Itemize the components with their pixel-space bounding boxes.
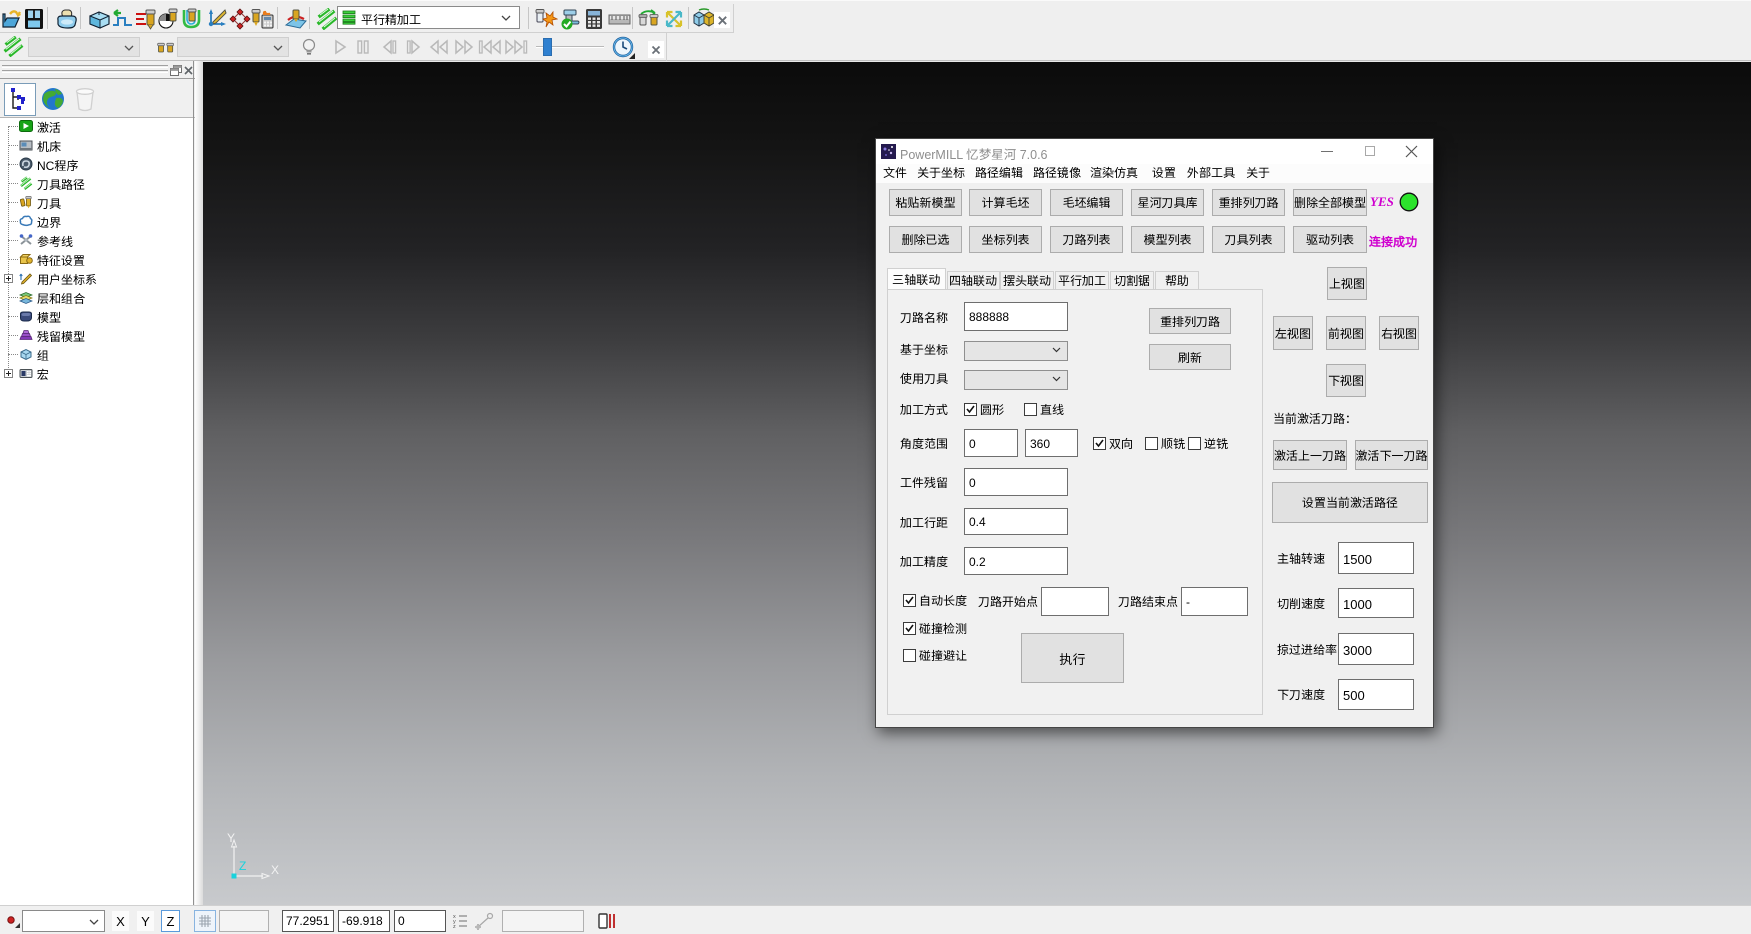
svg-text:Y: Y	[227, 831, 235, 845]
svg-text:X: X	[271, 863, 279, 877]
svg-text:Z: Z	[239, 859, 246, 873]
svg-text:z: z	[453, 924, 456, 930]
